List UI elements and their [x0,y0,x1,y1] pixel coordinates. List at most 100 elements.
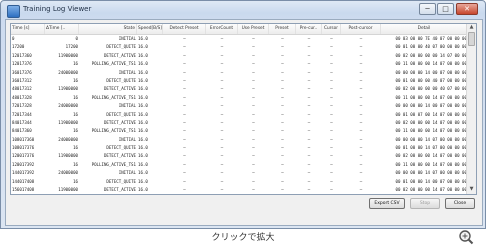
title-bar[interactable]: Training Log Viewer ─ □ ✕ [1,1,485,21]
table-cell: — [183,94,186,100]
stop-button[interactable]: Stop [410,198,440,209]
close-window-button[interactable]: ✕ [456,3,478,15]
table-row[interactable]: 108017376 16 DETECT_QUITE 16.0 — — — — — — — 00 01 … [11,144,468,152]
table-cell: — [206,194,238,195]
table-cell: — [359,136,363,142]
log-table[interactable]: Time [s] ΔTime [.. State Speed[B/S] Detect P… [10,23,477,195]
table-row[interactable]: 12017376 16 POLLING_ACTIVE_TS1 16.0 — — — — — — — 0… [11,60,468,68]
table-row[interactable]: 48017312 11900000 DETECT_ACTIVE 16.0 — — — — — — —… [11,85,468,93]
table-row[interactable]: 17200 17200 DETECT_QUITE 16.0 — — — — — — — 00 01 0… [11,43,468,51]
table-cell: 0 [12,36,15,41]
table-cell: 00 02 00 00 00 14 07 00 00 00 [395,119,467,125]
table-cell: 16.0 [138,178,148,184]
column-header[interactable]: Detect Preset [163,24,206,34]
table-row[interactable]: 15601742416POLLING_ACTIVE_TS116.0———————… [11,194,468,195]
table-cell: — [330,69,333,75]
table-row[interactable]: 72017328 24000000 INITIAL 16.0 — — — — — — — 00 00 … [11,102,468,110]
table-cell: — [359,161,363,167]
export-csv-button[interactable]: Export CSV [369,198,405,209]
table-cell: 48017312 [12,86,32,92]
table-row[interactable]: 72017344 16 DETECT_QUITE 16.0 — — — — — — — 00 01 0… [11,111,468,119]
table-cell: 00 02 00 00 00 00 14 07 00 00 [395,52,467,58]
column-header[interactable]: Detail [381,24,468,34]
table-body: 0 0 INITIAL 16.0— — — — — — —00 03 00 00 7E 40 07… [11,35,468,195]
table-cell: — [307,103,311,109]
column-header[interactable]: Use Preset [238,24,269,34]
table-row[interactable]: 48017328 16 POLLING_ACTIVE_TS1 16.0 — — — — — — — 0… [11,94,468,102]
table-cell: — [183,44,186,50]
table-cell: — [220,44,224,50]
table-cell: 144017392 [12,170,35,176]
table-row[interactable]: 108017360 24000000 INITIAL 16.0 — — — — — — — 00 00… [11,136,468,144]
table-row[interactable]: 36017312 16 DETECT_QUITE 16.0 — — — — — — — 00 01 0… [11,77,468,85]
table-cell: 48017328 [12,94,32,100]
table-cell: 36017312 [12,77,32,83]
table-cell: — [220,77,224,83]
column-header[interactable]: Pre-cur.. [296,24,322,34]
table-cell: POLLING_ACTIVE_TS1 [91,94,136,100]
table-cell: DETECT_ACTIVE [103,52,136,58]
table-row[interactable]: 84017344 11900000 DETECT_ACTIVE 16.0 — — — — — — —… [11,119,468,127]
column-header[interactable]: State [79,24,137,34]
scroll-thumb[interactable] [468,32,475,46]
table-row[interactable]: 12017360 11900000 DETECT_ACTIVE 16.0 — — — — — — —… [11,52,468,60]
table-cell: — [238,194,269,195]
table-cell: — [163,194,206,195]
close-button[interactable]: Close [445,198,475,209]
table-cell: 16.0 [138,44,148,50]
table-cell: DETECT_ACTIVE [103,86,136,92]
table-cell: — [220,153,224,159]
table-row[interactable]: 120017392 16 POLLING_ACTIVE_TS1 16.0 — — — — — — —… [11,161,468,169]
table-cell: 24000000 [58,136,78,142]
table-cell: 00 11 00 00 00 14 07 00 00 00 [395,128,467,134]
table-cell: 00 01 00 00 14 07 00 00 00 00 [395,145,467,151]
column-header[interactable]: Post-cursor [341,24,381,34]
table-cell: — [330,44,333,50]
table-row[interactable]: 144017408 16 DETECT_QUITE 16.0 — — — — — — — 00 01 … [11,178,468,186]
click-to-enlarge-caption[interactable]: クリックで拡大 [0,230,486,243]
table-cell: — [330,86,333,92]
table-row[interactable]: 120017376 11900000 DETECT_ACTIVE 16.0 — — — — — —… [11,152,468,160]
table-cell: — [252,145,255,151]
table-row[interactable]: 36017376 24000000 INITIAL 16.0 — — — — — — — 00 00 … [11,69,468,77]
table-cell: — [183,178,186,184]
minimize-button[interactable]: ─ [419,3,436,15]
column-header[interactable]: Preset [269,24,296,34]
table-cell: — [183,145,186,151]
table-cell: 00 11 00 00 00 14 07 00 00 00 [381,194,468,195]
table-cell: 16.0 [138,170,148,176]
table-row[interactable]: 156017408 11900000 DETECT_ACTIVE 16.0— — — — — —… [11,186,468,194]
table-cell: 00 01 00 00 14 00 07 00 00 00 [395,178,467,184]
table-cell: 12017376 [12,61,32,67]
table-cell: DETECT_QUITE [106,44,136,50]
vertical-scrollbar[interactable]: ▲ ▼ [466,24,476,194]
scroll-down-icon[interactable]: ▼ [468,186,475,193]
table-cell: — [183,187,186,193]
table-cell: — [330,153,333,159]
column-header[interactable]: Speed[B/S] [137,24,163,34]
table-cell: INITIAL [118,103,136,109]
table-row[interactable]: 144017392 24000000 INITIAL 16.0 — — — — — — — 00 00… [11,169,468,177]
table-row[interactable]: 84017360 16 POLLING_ACTIVE_TS1 16.0 — — — — — — — 0… [11,127,468,135]
column-header[interactable]: ErrorCount [206,24,238,34]
table-cell: — [183,111,186,117]
table-cell: — [330,178,333,184]
table-cell: — [281,52,284,58]
column-header[interactable]: Time [s] [11,24,45,34]
table-cell: 120017376 [12,153,35,159]
table-cell: — [307,86,311,92]
table-cell: — [359,44,363,50]
table-row[interactable]: 0 0 INITIAL 16.0 — — — — — — — 00 03 00 00 7E 40 07… [11,35,468,43]
column-header[interactable]: Cursor [322,24,341,34]
column-header[interactable]: ΔTime [.. [45,24,79,34]
table-cell: 17200 [65,44,78,50]
table-cell: 16.0 [138,103,148,109]
table-cell: — [307,153,311,159]
maximize-button[interactable]: □ [437,3,454,15]
table-cell: 84017360 [12,128,32,134]
table-cell: — [281,94,284,100]
scroll-up-icon[interactable]: ▲ [468,24,475,31]
table-cell: 16.0 [138,119,148,125]
table-cell: 156017408 [12,187,35,193]
magnifier-icon[interactable] [458,229,474,245]
